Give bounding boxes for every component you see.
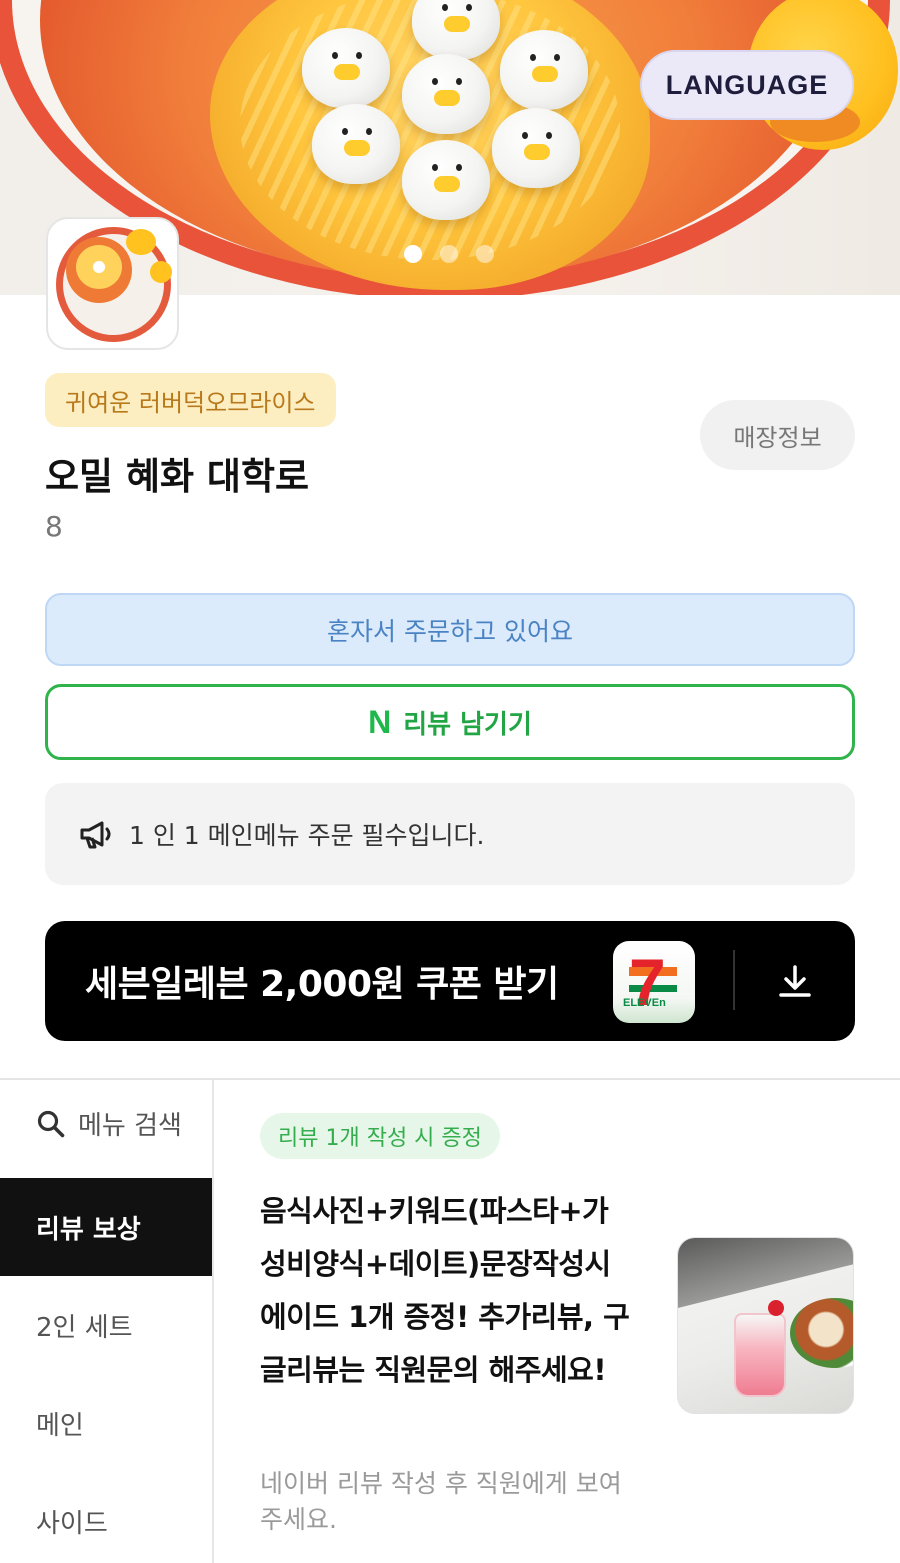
table-number: 8 <box>45 510 63 543</box>
search-icon <box>37 1110 65 1137</box>
megaphone-icon <box>80 821 111 849</box>
store-name: 오밀 혜화 대학로 <box>45 455 310 498</box>
duckling-decoration <box>402 54 490 134</box>
notice-text: 1 인 1 메인메뉴 주문 필수입니다. <box>129 821 485 850</box>
reward-badge: 리뷰 1개 작성 시 증정 <box>260 1113 500 1159</box>
store-info-button[interactable]: 매장정보 <box>700 400 855 470</box>
sidebar-item-label: 사이드 <box>36 1508 108 1539</box>
coupon-text: 세븐일레븐 2,000원 쿠폰 받기 <box>85 964 559 1005</box>
language-button[interactable]: LANGUAGE <box>640 50 854 120</box>
carousel-dot[interactable] <box>440 245 458 263</box>
menu-search-label: 메뉴 검색 <box>78 1111 182 1141</box>
carousel-dot[interactable] <box>404 245 422 263</box>
naver-icon: N <box>368 703 392 740</box>
coupon-banner[interactable]: 세븐일레븐 2,000원 쿠폰 받기 7 ELEVEn <box>45 921 735 1041</box>
duckling-decoration <box>302 28 390 108</box>
menu-search-button[interactable]: 메뉴 검색 <box>36 1105 182 1142</box>
sidebar-item-side[interactable]: 사이드 <box>0 1472 212 1563</box>
duckling-decoration <box>312 104 400 184</box>
duckling-decoration <box>402 140 490 220</box>
seven-eleven-logo: 7 ELEVEn <box>613 941 695 1023</box>
menu-item-photo[interactable] <box>677 1237 854 1414</box>
carousel-dot[interactable] <box>476 245 494 263</box>
duckling-decoration <box>500 30 588 110</box>
sidebar-item-review-reward[interactable]: 리뷰 보상 <box>0 1178 212 1276</box>
download-icon <box>779 965 811 997</box>
sidebar-item-label: 메인 <box>36 1410 84 1441</box>
write-review-label: 리뷰 남기기 <box>403 709 532 740</box>
sidebar-item-2-person-set[interactable]: 2인 세트 <box>0 1276 212 1374</box>
write-review-button[interactable]: N 리뷰 남기기 <box>45 684 855 760</box>
menu-item-description: 네이버 리뷰 작성 후 직원에게 보여주세요. <box>260 1469 622 1534</box>
menu-item-title[interactable]: 음식사진+키워드(파스타+가성비양식+데이트)문장작성시 에이드 1개 증정! … <box>260 1185 630 1397</box>
coupon-download-button[interactable] <box>735 921 855 1041</box>
sidebar-item-label: 2인 세트 <box>36 1312 133 1343</box>
sidebar-item-label: 리뷰 보상 <box>36 1214 141 1245</box>
carousel-indicator <box>404 245 494 263</box>
duckling-decoration <box>492 108 580 188</box>
sidebar-item-main[interactable]: 메인 <box>0 1374 212 1472</box>
store-logo <box>46 217 179 350</box>
store-tag: 귀여운 러버덕오므라이스 <box>45 373 336 427</box>
order-mode-button[interactable]: 혼자서 주문하고 있어요 <box>45 593 855 666</box>
notice-banner: 1 인 1 메인메뉴 주문 필수입니다. <box>45 783 855 885</box>
